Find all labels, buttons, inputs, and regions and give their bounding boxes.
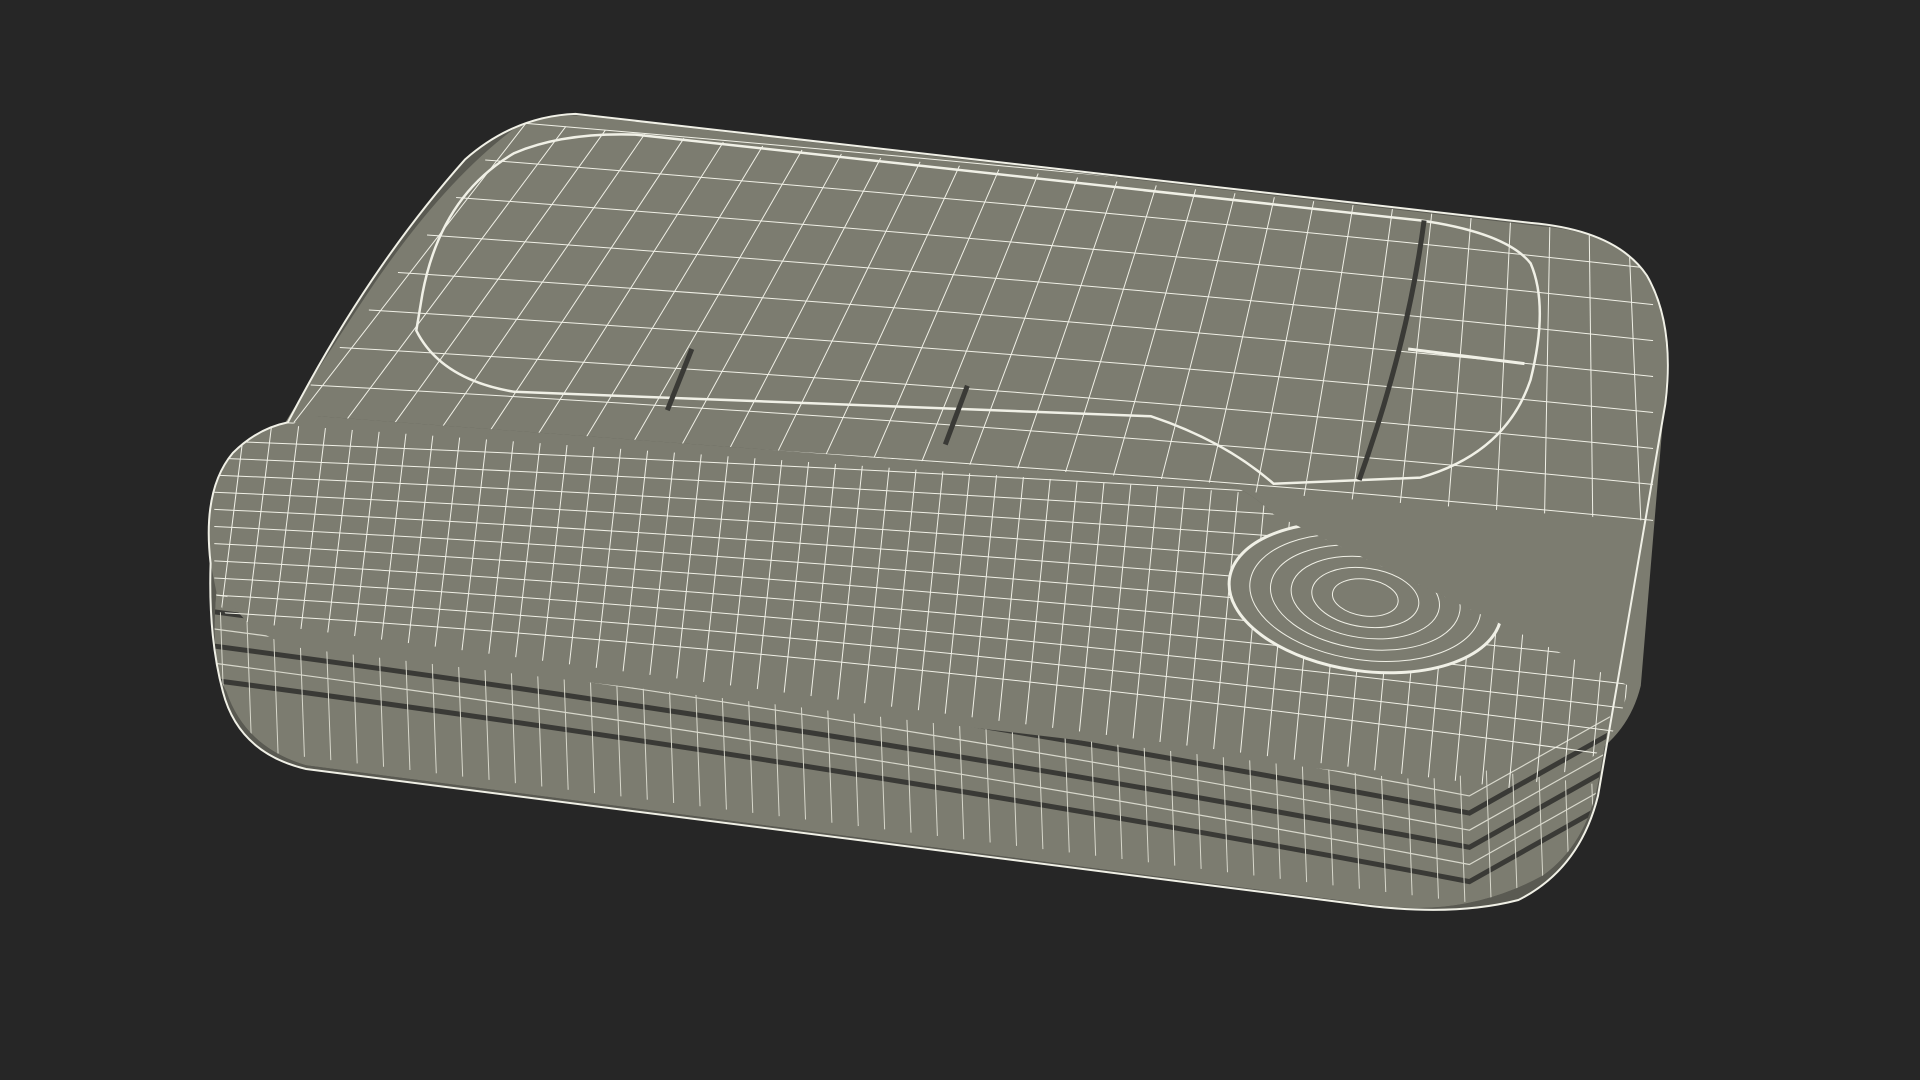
- viewport: [0, 0, 1920, 1080]
- device-model: [207, 112, 1669, 911]
- wireframe-render: [207, 112, 1669, 911]
